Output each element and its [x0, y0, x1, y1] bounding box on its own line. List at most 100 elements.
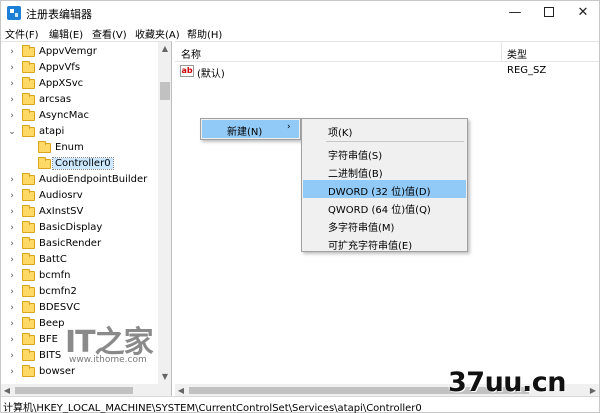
- collapsed-chevron-icon[interactable]: ›: [7, 254, 17, 266]
- value-name: (默认): [197, 69, 225, 80]
- column-header: 名称 类型: [175, 42, 599, 62]
- menu-new-multi-string-value[interactable]: 多字符串值(M): [303, 216, 466, 234]
- collapsed-chevron-icon[interactable]: ›: [7, 190, 17, 202]
- menu-separator: [326, 141, 464, 142]
- minimize-button[interactable]: —: [498, 1, 532, 25]
- tree-item[interactable]: › AppvVemgr: [1, 44, 159, 60]
- menu-new-label: 新建(N): [227, 127, 263, 138]
- maximize-icon: [544, 6, 554, 17]
- tree-item[interactable]: › AppvVfs: [1, 60, 159, 76]
- column-name-header[interactable]: 名称: [181, 46, 201, 61]
- column-type-header[interactable]: 类型: [507, 46, 527, 61]
- collapsed-chevron-icon[interactable]: ›: [7, 350, 17, 362]
- tree-item[interactable]: › AudioEndpointBuilder: [1, 172, 159, 188]
- collapsed-chevron-icon[interactable]: ›: [7, 222, 17, 234]
- tree-item-label: AppvVfs: [39, 62, 81, 73]
- tree-item-label: BasicDisplay: [39, 222, 103, 233]
- string-value-icon: ab: [180, 65, 194, 77]
- menu-new-string-value[interactable]: 字符串值(S): [303, 144, 466, 162]
- ithome-watermark: IT之家 www.ithome.com: [65, 317, 160, 367]
- tree-item[interactable]: › AsyncMac: [1, 108, 159, 124]
- tree-item[interactable]: Enum: [1, 140, 159, 156]
- folder-icon: [22, 269, 35, 281]
- tree-vertical-scrollbar[interactable]: ▲ ▼: [158, 42, 171, 384]
- menu-edit[interactable]: 编辑(E): [49, 26, 83, 41]
- tree-item[interactable]: › BDESVC: [1, 300, 159, 316]
- tree-item[interactable]: ⌄ atapi: [1, 124, 159, 140]
- tree-item[interactable]: › BasicDisplay: [1, 220, 159, 236]
- menu-new-binary-value[interactable]: 二进制值(B): [303, 162, 466, 180]
- collapsed-chevron-icon[interactable]: ›: [7, 206, 17, 218]
- tree-item[interactable]: › BasicRender: [1, 236, 159, 252]
- collapsed-chevron-icon[interactable]: [23, 142, 33, 154]
- collapsed-chevron-icon[interactable]: ›: [7, 302, 17, 314]
- collapsed-chevron-icon[interactable]: ›: [7, 174, 17, 186]
- folder-icon: [22, 173, 35, 185]
- tree-item[interactable]: › bcmfn: [1, 268, 159, 284]
- collapsed-chevron-icon[interactable]: ›: [7, 318, 17, 330]
- collapsed-chevron-icon[interactable]: ›: [7, 238, 17, 250]
- folder-icon: [22, 93, 35, 105]
- collapsed-chevron-icon[interactable]: ›: [7, 78, 17, 90]
- folder-icon: [22, 45, 35, 57]
- close-button[interactable]: ✕: [566, 1, 600, 25]
- tree-item-label: Enum: [55, 142, 84, 153]
- tree-item[interactable]: › bcmfn2: [1, 284, 159, 300]
- expanded-chevron-icon[interactable]: ⌄: [7, 126, 17, 138]
- menu-item-label: 字符串值(S): [328, 151, 383, 162]
- registry-editor-window: 注册表编辑器 — ✕ 文件(F) 编辑(E) 查看(V) 收藏夹(A) 帮助(H…: [0, 0, 600, 413]
- folder-icon: [22, 77, 35, 89]
- menu-view[interactable]: 查看(V): [92, 26, 127, 41]
- folder-icon: [22, 61, 35, 73]
- menu-item-label: DWORD (32 位)值(D): [328, 187, 431, 198]
- folder-icon: [38, 141, 51, 153]
- title-bar: 注册表编辑器 — ✕: [1, 1, 599, 25]
- tree-item-label: Audiosrv: [39, 190, 83, 201]
- submenu-arrow-icon: ›: [287, 122, 291, 132]
- tree-item[interactable]: › BattC: [1, 252, 159, 268]
- menu-new-dword-value[interactable]: DWORD (32 位)值(D): [303, 180, 466, 198]
- folder-icon: [22, 189, 35, 201]
- value-row[interactable]: ab (默认) REG_SZ: [175, 63, 599, 80]
- collapsed-chevron-icon[interactable]: ›: [7, 366, 17, 378]
- column-divider[interactable]: [501, 42, 502, 62]
- menu-file[interactable]: 文件(F): [5, 26, 39, 41]
- menu-new[interactable]: 新建(N) ›: [202, 120, 299, 138]
- scroll-thumb[interactable]: [15, 387, 133, 394]
- tree-item-label: bowser: [39, 366, 76, 377]
- maximize-button[interactable]: [532, 1, 566, 25]
- menu-item-label: 项(K): [328, 128, 353, 139]
- scroll-thumb[interactable]: [160, 82, 170, 100]
- tree-item[interactable]: Controller0: [1, 156, 159, 172]
- tree-item-label: BDESVC: [39, 302, 81, 313]
- collapsed-chevron-icon[interactable]: ›: [7, 94, 17, 106]
- menu-new-qword-value[interactable]: QWORD (64 位)值(Q): [303, 198, 466, 216]
- collapsed-chevron-icon[interactable]: ›: [7, 46, 17, 58]
- folder-icon: [22, 317, 35, 329]
- tree-item[interactable]: › Audiosrv: [1, 188, 159, 204]
- scroll-down-arrow-icon[interactable]: ▼: [158, 370, 171, 384]
- scroll-up-arrow-icon[interactable]: ▲: [158, 42, 171, 56]
- menu-help[interactable]: 帮助(H): [187, 26, 222, 41]
- tree-item-label: arcsas: [39, 94, 72, 105]
- tree-item-label: BFE: [39, 334, 58, 345]
- tree-item[interactable]: › AxInstSV: [1, 204, 159, 220]
- menu-favorites[interactable]: 收藏夹(A): [135, 26, 180, 41]
- tree-horizontal-scrollbar[interactable]: ◀: [1, 384, 171, 396]
- collapsed-chevron-icon[interactable]: ›: [7, 62, 17, 74]
- tree-item[interactable]: › AppXSvc: [1, 76, 159, 92]
- collapsed-chevron-icon[interactable]: ›: [7, 286, 17, 298]
- collapsed-chevron-icon[interactable]: ›: [7, 110, 17, 122]
- menu-item-label: QWORD (64 位)值(Q): [328, 205, 431, 216]
- collapsed-chevron-icon[interactable]: ›: [7, 334, 17, 346]
- site-watermark: 37uu.cn: [448, 367, 567, 398]
- menu-new-key[interactable]: 项(K): [303, 121, 466, 139]
- tree-item-label: atapi: [39, 126, 65, 137]
- collapsed-chevron-icon[interactable]: ›: [7, 270, 17, 282]
- scroll-left-arrow-icon[interactable]: ◀: [1, 384, 13, 396]
- tree-item[interactable]: › arcsas: [1, 92, 159, 108]
- folder-icon: [22, 237, 35, 249]
- collapsed-chevron-icon[interactable]: [23, 158, 33, 170]
- menu-new-expandable-string-value[interactable]: 可扩充字符串值(E): [303, 234, 466, 252]
- status-bar: 计算机\HKEY_LOCAL_MACHINE\SYSTEM\CurrentCon…: [1, 396, 599, 413]
